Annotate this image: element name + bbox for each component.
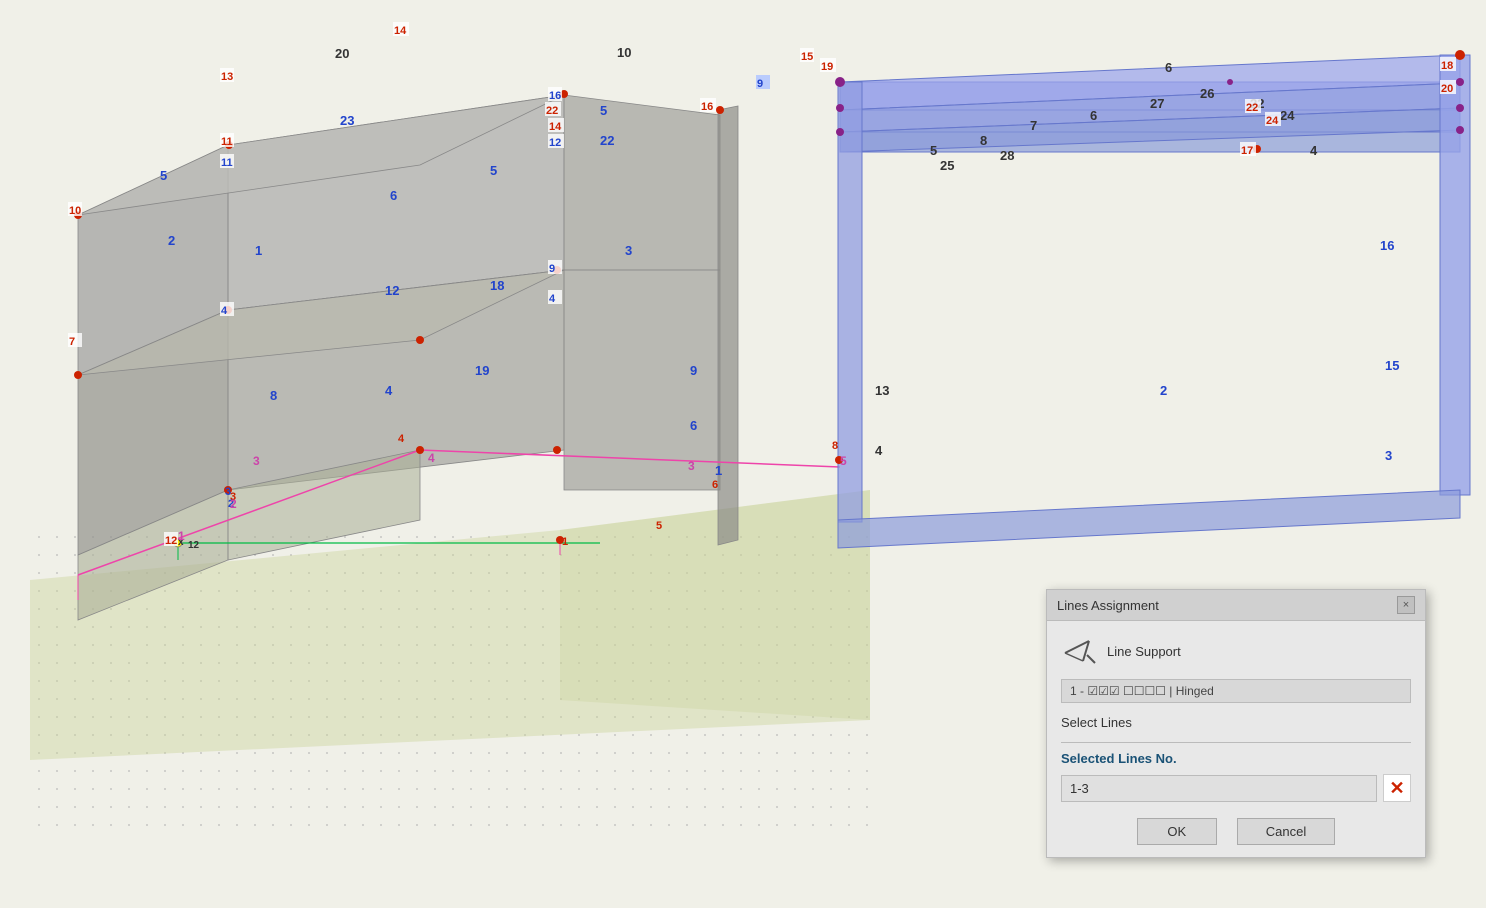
svg-text:14: 14 xyxy=(549,121,562,133)
svg-text:16: 16 xyxy=(1380,238,1394,253)
svg-text:4: 4 xyxy=(428,451,435,465)
line-support-row: Line Support xyxy=(1061,633,1411,669)
svg-text:24: 24 xyxy=(1266,115,1279,127)
svg-text:4: 4 xyxy=(221,305,228,317)
svg-text:22: 22 xyxy=(600,133,614,148)
svg-text:4: 4 xyxy=(549,293,556,305)
line-support-value-field[interactable]: 1 - ☑☑☑ ☐☐☐☐ | Hinged xyxy=(1061,679,1411,703)
svg-text:1: 1 xyxy=(562,536,568,548)
svg-text:27: 27 xyxy=(1150,96,1164,111)
selected-lines-input[interactable] xyxy=(1061,775,1377,802)
dialog-title: Lines Assignment xyxy=(1057,598,1159,613)
svg-text:1: 1 xyxy=(715,463,722,478)
svg-text:4: 4 xyxy=(875,443,883,458)
svg-text:10: 10 xyxy=(69,205,81,217)
svg-text:2: 2 xyxy=(1160,383,1167,398)
svg-text:1: 1 xyxy=(178,529,185,543)
svg-text:22: 22 xyxy=(546,105,558,117)
svg-text:23: 23 xyxy=(340,113,354,128)
svg-text:4: 4 xyxy=(398,433,405,445)
svg-text:12: 12 xyxy=(385,283,399,298)
cancel-button[interactable]: Cancel xyxy=(1237,818,1335,845)
line-support-label: Line Support xyxy=(1107,644,1181,659)
svg-text:12: 12 xyxy=(188,540,200,551)
dialog-body: Line Support 1 - ☑☑☑ ☐☐☐☐ | Hinged Selec… xyxy=(1047,621,1425,857)
ok-button[interactable]: OK xyxy=(1137,818,1217,845)
svg-text:5: 5 xyxy=(160,168,167,183)
svg-text:26: 26 xyxy=(1200,86,1214,101)
svg-text:8: 8 xyxy=(270,388,277,403)
svg-text:10: 10 xyxy=(617,45,631,60)
svg-text:3: 3 xyxy=(688,459,695,473)
svg-text:9: 9 xyxy=(549,263,555,275)
dialog-titlebar: Lines Assignment × xyxy=(1047,590,1425,621)
svg-text:16: 16 xyxy=(549,90,561,102)
svg-text:3: 3 xyxy=(625,243,632,258)
svg-text:5: 5 xyxy=(656,520,662,532)
svg-text:5: 5 xyxy=(600,103,607,118)
svg-text:3: 3 xyxy=(253,454,260,468)
svg-text:13: 13 xyxy=(875,383,889,398)
svg-text:11: 11 xyxy=(221,157,233,169)
svg-text:8: 8 xyxy=(832,440,838,452)
svg-text:17: 17 xyxy=(1241,145,1253,157)
svg-text:5: 5 xyxy=(840,454,847,468)
svg-text:22: 22 xyxy=(1246,102,1258,114)
svg-text:15: 15 xyxy=(1385,358,1399,373)
svg-text:6: 6 xyxy=(690,418,697,433)
svg-text:6: 6 xyxy=(1090,108,1097,123)
svg-text:7: 7 xyxy=(69,336,75,348)
svg-text:4: 4 xyxy=(1310,143,1318,158)
svg-text:24: 24 xyxy=(1280,108,1295,123)
svg-text:8: 8 xyxy=(980,133,987,148)
svg-text:18: 18 xyxy=(490,278,504,293)
svg-text:20: 20 xyxy=(335,46,349,61)
svg-text:20: 20 xyxy=(1441,83,1453,95)
svg-text:11: 11 xyxy=(221,136,233,148)
svg-text:1: 1 xyxy=(255,243,262,258)
svg-text:7: 7 xyxy=(1030,118,1037,133)
svg-text:16: 16 xyxy=(701,101,713,113)
selected-lines-header: Selected Lines No. xyxy=(1061,751,1411,766)
svg-text:2: 2 xyxy=(230,497,237,511)
select-lines-label: Select Lines xyxy=(1061,711,1411,734)
svg-text:6: 6 xyxy=(1165,60,1172,75)
lines-assignment-dialog: Lines Assignment × Line Support 1 - ☑☑☑ … xyxy=(1046,589,1426,858)
svg-text:18: 18 xyxy=(1441,60,1453,72)
svg-text:2: 2 xyxy=(168,233,175,248)
dialog-close-button[interactable]: × xyxy=(1397,596,1415,614)
svg-text:5: 5 xyxy=(490,163,497,178)
line-support-icon xyxy=(1061,633,1097,669)
svg-text:15: 15 xyxy=(801,51,813,63)
svg-text:9: 9 xyxy=(690,363,697,378)
svg-text:25: 25 xyxy=(940,158,954,173)
svg-text:6: 6 xyxy=(390,188,397,203)
svg-text:3: 3 xyxy=(1385,448,1392,463)
svg-text:12: 12 xyxy=(549,137,561,149)
svg-text:19: 19 xyxy=(475,363,489,378)
svg-text:13: 13 xyxy=(221,71,233,83)
svg-text:12: 12 xyxy=(165,535,177,547)
svg-text:19: 19 xyxy=(821,61,833,73)
svg-text:9: 9 xyxy=(757,78,763,90)
section-divider xyxy=(1061,742,1411,743)
svg-text:14: 14 xyxy=(394,25,407,37)
svg-text:5: 5 xyxy=(930,143,937,158)
selected-lines-input-row: ✕ xyxy=(1061,774,1411,802)
clear-selection-button[interactable]: ✕ xyxy=(1383,774,1411,802)
svg-text:28: 28 xyxy=(1000,148,1014,163)
svg-text:6: 6 xyxy=(712,479,718,491)
dialog-buttons: OK Cancel xyxy=(1061,814,1411,845)
svg-text:4: 4 xyxy=(385,383,393,398)
clear-icon: ✕ xyxy=(1389,779,1404,797)
